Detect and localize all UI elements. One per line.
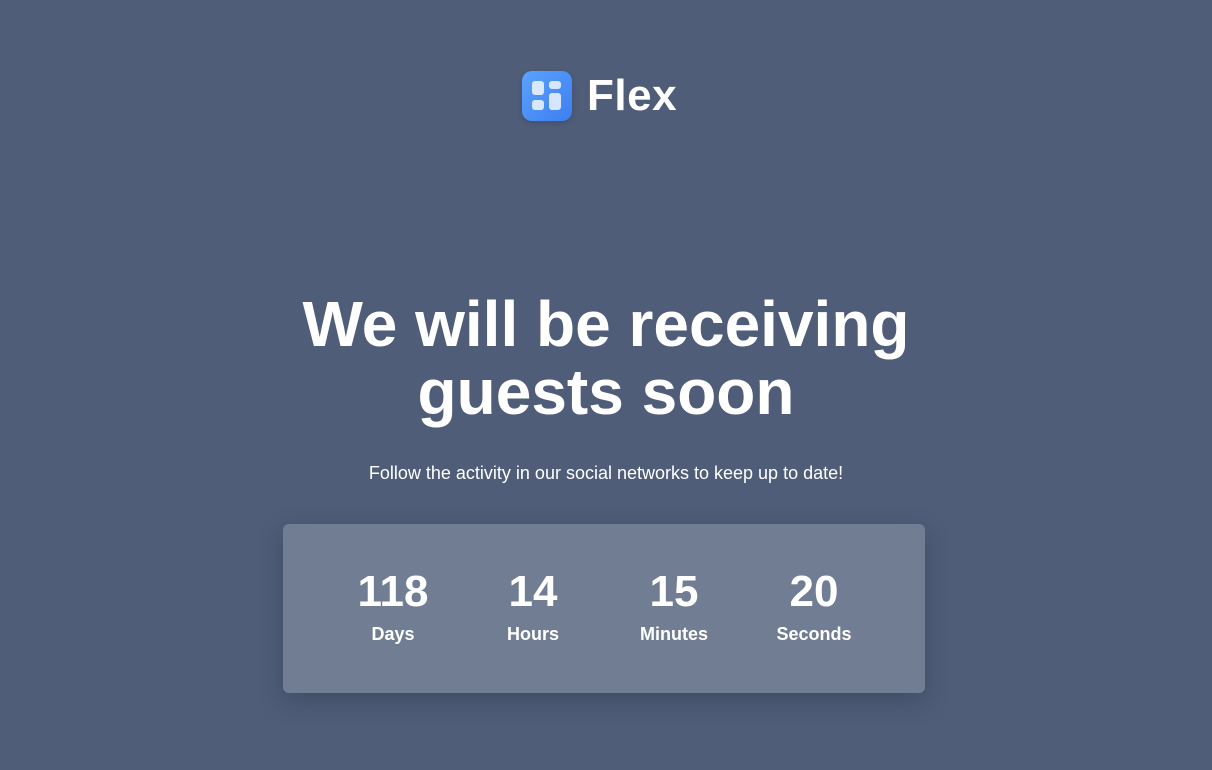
countdown-days-value: 118 <box>357 567 429 616</box>
countdown-days: 118 Days <box>323 568 463 645</box>
countdown-seconds: 20 Seconds <box>744 568 884 645</box>
countdown-hours: 14 Hours <box>463 568 603 645</box>
countdown-seconds-value: 20 <box>789 567 839 616</box>
page-headline: We will be receiving guests soon <box>0 290 1212 426</box>
brand-name: Flex <box>587 71 678 120</box>
countdown-seconds-label: Seconds <box>776 624 852 644</box>
countdown-hours-label: Hours <box>506 624 559 644</box>
headline-line-2: guests soon <box>417 356 795 428</box>
countdown-panel: 118 Days 14 Hours 15 Minutes 20 Seconds <box>283 524 925 693</box>
countdown-days-label: Days <box>371 624 415 644</box>
flex-logo-icon <box>522 71 572 121</box>
brand-logo[interactable]: Flex <box>522 71 677 121</box>
countdown-minutes: 15 Minutes <box>604 568 744 645</box>
countdown-hours-value: 14 <box>508 567 558 616</box>
page-subtitle: Follow the activity in our social networ… <box>368 463 844 483</box>
headline-line-1: We will be receiving <box>302 288 910 360</box>
countdown-minutes-label: Minutes <box>639 624 708 644</box>
countdown-minutes-value: 15 <box>649 567 699 616</box>
